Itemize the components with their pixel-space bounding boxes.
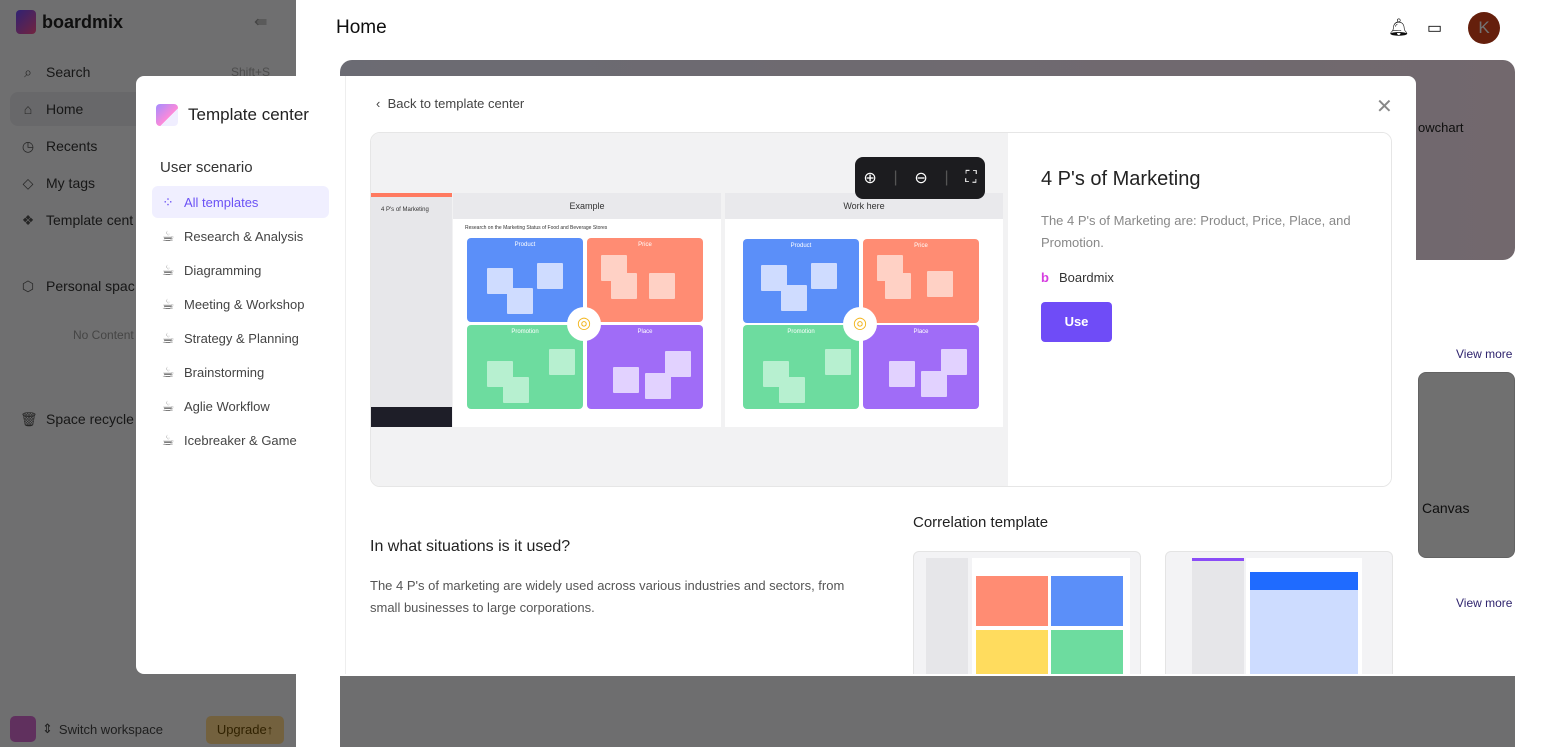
view-more-link[interactable]: View more xyxy=(1456,347,1512,361)
template-description: The 4 P's of Marketing are: Product, Pri… xyxy=(1041,213,1351,250)
cup-icon: ☕︎ xyxy=(161,364,175,380)
preview-doc-panel: 4 P's of Marketing xyxy=(371,193,452,427)
bell-icon[interactable]: 🔔︎ xyxy=(1388,18,1410,38)
upgrade-button[interactable]: Upgrade↑ xyxy=(206,716,284,744)
fullscreen-icon[interactable]: ⛶ xyxy=(965,169,976,187)
home-icon: ⌂ xyxy=(23,101,33,117)
template-info: 4 P's of Marketing The 4 P's of Marketin… xyxy=(1008,133,1391,486)
cup-icon: ☕︎ xyxy=(161,262,175,278)
category-icebreaker[interactable]: ☕︎ Icebreaker & Game xyxy=(152,424,329,456)
template-detail-card: 4 P's of Marketing Example Research on t… xyxy=(370,132,1392,487)
category-research[interactable]: ☕︎ Research & Analysis xyxy=(152,220,329,252)
category-agile[interactable]: ☕︎ Aglie Workflow xyxy=(152,390,329,422)
cup-icon: ☕︎ xyxy=(161,432,175,448)
modal-sidebar: Template center User scenario ⁘ All templ… xyxy=(136,76,346,674)
template-center-modal: Template center User scenario ⁘ All templ… xyxy=(136,76,1416,674)
canvas-card-label: Canvas xyxy=(1422,500,1470,516)
preview-toolbar: ⊕ | ⊖ | ⛶ xyxy=(855,157,985,199)
page-title: Home xyxy=(336,17,387,38)
template-center-icon xyxy=(156,104,178,126)
avatar[interactable]: K xyxy=(1468,12,1500,44)
brand-logo[interactable]: boardmix xyxy=(16,10,123,34)
search-icon: ⌕ xyxy=(24,64,32,80)
quadrant-price: Price xyxy=(863,239,979,323)
preview-example-board: Example Research on the Marketing Status… xyxy=(453,193,721,427)
trash-icon: 🗑 xyxy=(20,411,38,427)
flowchart-card-label: owchart xyxy=(1418,120,1464,135)
related-template-card[interactable] xyxy=(913,551,1141,674)
scenario-heading: User scenario xyxy=(160,159,253,176)
chevron-updown-icon: ⇕ xyxy=(42,721,53,736)
cup-icon: ☕︎ xyxy=(161,398,175,414)
zoom-in-icon[interactable]: ⊕ xyxy=(863,168,876,188)
situations-heading: In what situations is it used? xyxy=(370,538,571,555)
category-meeting[interactable]: ☕︎ Meeting & Workshop xyxy=(152,288,329,320)
template-preview[interactable]: 4 P's of Marketing Example Research on t… xyxy=(371,133,1008,486)
modal-title: Template center xyxy=(156,104,309,126)
grid-icon: ⁘ xyxy=(162,194,174,210)
template-card[interactable] xyxy=(1418,372,1515,558)
boardmix-logo-icon: b xyxy=(1041,270,1049,285)
inbox-icon[interactable]: ▭ xyxy=(1427,18,1442,38)
category-strategy[interactable]: ☕︎ Strategy & Planning xyxy=(152,322,329,354)
correlation-heading: Correlation template xyxy=(913,514,1049,531)
category-brainstorming[interactable]: ☕︎ Brainstorming xyxy=(152,356,329,388)
example-subtitle: Research on the Marketing Status of Food… xyxy=(465,225,608,231)
category-all-templates[interactable]: ⁘ All templates xyxy=(152,186,329,218)
related-template-card[interactable] xyxy=(1165,551,1393,674)
close-icon[interactable]: ✕ xyxy=(1376,94,1393,119)
example-header: Example xyxy=(453,193,721,219)
preview-footer xyxy=(371,407,452,427)
clock-icon: ◷ xyxy=(21,138,35,154)
collapse-sidebar-icon[interactable]: ⇚ xyxy=(254,12,267,32)
template-grid xyxy=(340,676,1515,747)
cube-icon: ⬡ xyxy=(21,278,35,294)
template-author: b Boardmix xyxy=(1041,270,1114,285)
boardmix-logo-icon xyxy=(16,10,36,34)
empty-state: No Content xyxy=(73,328,134,342)
cup-icon: ☕︎ xyxy=(161,296,175,312)
template-name: 4 P's of Marketing xyxy=(1041,168,1201,190)
template-icon: ❖ xyxy=(21,212,35,228)
back-link[interactable]: ‹ Back to template center xyxy=(376,96,524,111)
category-diagramming[interactable]: ☕︎ Diagramming xyxy=(152,254,329,286)
chevron-left-icon: ‹ xyxy=(376,96,381,111)
zoom-out-icon[interactable]: ⊖ xyxy=(914,168,927,188)
workspace-avatar xyxy=(10,716,36,742)
preview-doc-title: 4 P's of Marketing xyxy=(381,207,429,213)
view-more-link[interactable]: View more xyxy=(1456,596,1512,610)
preview-work-board: Work here Product Price Promotion Place … xyxy=(725,193,1003,427)
cup-icon: ☕︎ xyxy=(161,228,175,244)
situations-text: The 4 P's of marketing are widely used a… xyxy=(370,578,845,615)
tag-icon: ◇ xyxy=(22,175,34,191)
switch-workspace-button[interactable]: ⇕ Switch workspace xyxy=(10,716,163,742)
use-template-button[interactable]: Use xyxy=(1041,302,1112,342)
target-icon: ◎ xyxy=(843,307,877,341)
cup-icon: ☕︎ xyxy=(161,330,175,346)
target-icon: ◎ xyxy=(567,307,601,341)
